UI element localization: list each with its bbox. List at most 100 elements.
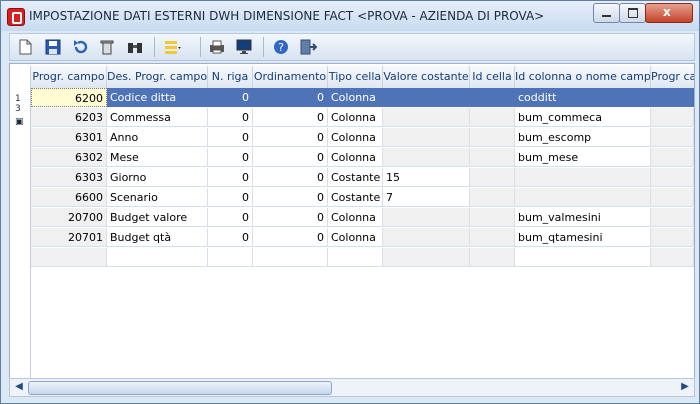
cell-tipo-cella[interactable]: Colonna — [328, 108, 383, 127]
cell-progr-ca[interactable] — [651, 148, 694, 167]
cell-des-progr-campo[interactable]: Giorno — [107, 168, 208, 187]
cell-tipo-cella[interactable] — [328, 248, 383, 267]
cell-progr-campo[interactable]: 6301 — [31, 128, 107, 147]
cell-valore-costante[interactable] — [383, 228, 470, 247]
column-header-progr-ca[interactable]: Progr ca — [651, 66, 694, 89]
cell-id-colonna[interactable]: bum_qtamesini — [515, 228, 651, 247]
cell-progr-ca[interactable] — [651, 108, 694, 127]
cell-valore-costante[interactable] — [383, 128, 470, 147]
cell-ordinamento[interactable]: 0 — [253, 188, 328, 207]
cell-ordinamento[interactable]: 0 — [253, 168, 328, 187]
column-header-progr-campo[interactable]: Progr. campo — [31, 66, 107, 89]
cell-id-colonna[interactable] — [515, 188, 651, 207]
cell-id-cella[interactable] — [470, 148, 515, 167]
table-row[interactable]: 6301 Anno 0 0 Colonna bum_escomp — [10, 128, 694, 148]
table-row-empty[interactable] — [10, 248, 694, 268]
cell-ordinamento[interactable]: 0 — [253, 148, 328, 167]
cell-id-cella[interactable] — [470, 188, 515, 207]
cell-valore-costante[interactable] — [383, 148, 470, 167]
table-row[interactable]: 6200 Codice ditta 0 0 Colonna codditt — [10, 88, 694, 108]
cell-ordinamento[interactable]: 0 — [253, 128, 328, 147]
cell-tipo-cella[interactable]: Colonna — [328, 148, 383, 167]
cell-n-riga[interactable]: 0 — [208, 168, 253, 187]
cell-id-colonna[interactable] — [515, 168, 651, 187]
scroll-thumb[interactable] — [28, 381, 332, 395]
new-icon[interactable] — [16, 38, 34, 56]
save-icon[interactable] — [44, 38, 62, 56]
cell-progr-campo[interactable]: 6600 — [31, 188, 107, 207]
cell-n-riga[interactable]: 0 — [208, 128, 253, 147]
cell-id-colonna[interactable]: codditt — [515, 88, 651, 107]
cell-id-colonna[interactable]: bum_valmesini — [515, 208, 651, 227]
undo-icon[interactable] — [71, 38, 89, 56]
cell-progr-ca[interactable] — [651, 188, 694, 207]
table-row[interactable]: 20701 Budget qtà 0 0 Colonna bum_qtamesi… — [10, 228, 694, 248]
cell-id-cella[interactable] — [470, 208, 515, 227]
cell-n-riga[interactable]: 0 — [208, 228, 253, 247]
horizontal-scrollbar[interactable]: ◀ ▶ — [9, 378, 695, 397]
cell-ordinamento[interactable]: 0 — [253, 228, 328, 247]
cell-valore-costante[interactable] — [383, 248, 470, 267]
layout-icon[interactable] — [164, 38, 182, 56]
cell-n-riga[interactable]: 0 — [208, 108, 253, 127]
cell-ordinamento[interactable]: 0 — [253, 208, 328, 227]
cell-des-progr-campo[interactable]: Anno — [107, 128, 208, 147]
cell-valore-costante[interactable] — [383, 88, 470, 107]
cell-n-riga[interactable]: 0 — [208, 88, 253, 107]
cell-des-progr-campo[interactable]: Budget qtà — [107, 228, 208, 247]
cell-valore-costante[interactable]: 7 — [383, 188, 470, 207]
cell-progr-ca[interactable] — [651, 88, 694, 107]
cell-des-progr-campo[interactable]: Commessa — [107, 108, 208, 127]
cell-id-colonna[interactable]: bum_escomp — [515, 128, 651, 147]
cell-progr-campo[interactable]: 20701 — [31, 228, 107, 247]
cell-progr-campo[interactable]: 6200 — [31, 88, 107, 107]
cell-progr-ca[interactable] — [651, 208, 694, 227]
column-header-id-colonna[interactable]: Id colonna o nome campo — [515, 66, 651, 89]
cell-progr-campo[interactable]: 6303 — [31, 168, 107, 187]
cell-ordinamento[interactable]: 0 — [253, 108, 328, 127]
cell-progr-ca[interactable] — [651, 128, 694, 147]
table-row[interactable]: 6600 Scenario 0 0 Costante 7 — [10, 188, 694, 208]
cell-n-riga[interactable] — [208, 248, 253, 267]
cell-id-cella[interactable] — [470, 108, 515, 127]
cell-n-riga[interactable]: 0 — [208, 188, 253, 207]
cell-ordinamento[interactable] — [253, 248, 328, 267]
cell-tipo-cella[interactable]: Colonna — [328, 228, 383, 247]
table-row[interactable]: 6302 Mese 0 0 Colonna bum_mese — [10, 148, 694, 168]
cell-valore-costante[interactable]: 15 — [383, 168, 470, 187]
cell-progr-ca[interactable] — [651, 168, 694, 187]
maximize-button[interactable] — [619, 3, 646, 23]
cell-tipo-cella[interactable]: Colonna — [328, 128, 383, 147]
column-header-valore-costante[interactable]: Valore costante — [383, 66, 470, 89]
cell-tipo-cella[interactable]: Colonna — [328, 208, 383, 227]
cell-tipo-cella[interactable]: Colonna — [328, 88, 383, 107]
column-header-des-progr-campo[interactable]: Des. Progr. campo — [107, 66, 208, 89]
cell-id-cella[interactable] — [470, 128, 515, 147]
cell-valore-costante[interactable] — [383, 208, 470, 227]
scroll-left-icon[interactable]: ◀ — [12, 380, 26, 394]
close-button[interactable]: x — [645, 3, 693, 23]
exit-icon[interactable] — [299, 38, 317, 56]
cell-des-progr-campo[interactable]: Mese — [107, 148, 208, 167]
column-header-tipo-cella[interactable]: Tipo cella — [328, 66, 383, 89]
print-icon[interactable] — [208, 38, 226, 56]
cell-des-progr-campo[interactable]: Budget valore — [107, 208, 208, 227]
column-header-n-riga[interactable]: N. riga — [208, 66, 253, 89]
column-header-ordinamento[interactable]: Ordinamento — [253, 66, 328, 89]
cell-id-cella[interactable] — [470, 228, 515, 247]
cell-valore-costante[interactable] — [383, 108, 470, 127]
help-icon[interactable]: ? — [272, 38, 290, 56]
cell-tipo-cella[interactable]: Costante — [328, 168, 383, 187]
cell-progr-campo[interactable]: 6203 — [31, 108, 107, 127]
table-row[interactable]: 20700 Budget valore 0 0 Colonna bum_valm… — [10, 208, 694, 228]
cell-id-cella[interactable] — [470, 248, 515, 267]
cell-id-colonna[interactable] — [515, 248, 651, 267]
cell-des-progr-campo[interactable]: Scenario — [107, 188, 208, 207]
table-row[interactable]: 6303 Giorno 0 0 Costante 15 — [10, 168, 694, 188]
cell-progr-ca[interactable] — [651, 228, 694, 247]
find-icon[interactable] — [126, 38, 144, 56]
screen-icon[interactable] — [235, 38, 253, 56]
cell-des-progr-campo[interactable]: Codice ditta — [107, 88, 208, 107]
table-row[interactable]: 6203 Commessa 0 0 Colonna bum_commeca — [10, 108, 694, 128]
cell-ordinamento[interactable]: 0 — [253, 88, 328, 107]
